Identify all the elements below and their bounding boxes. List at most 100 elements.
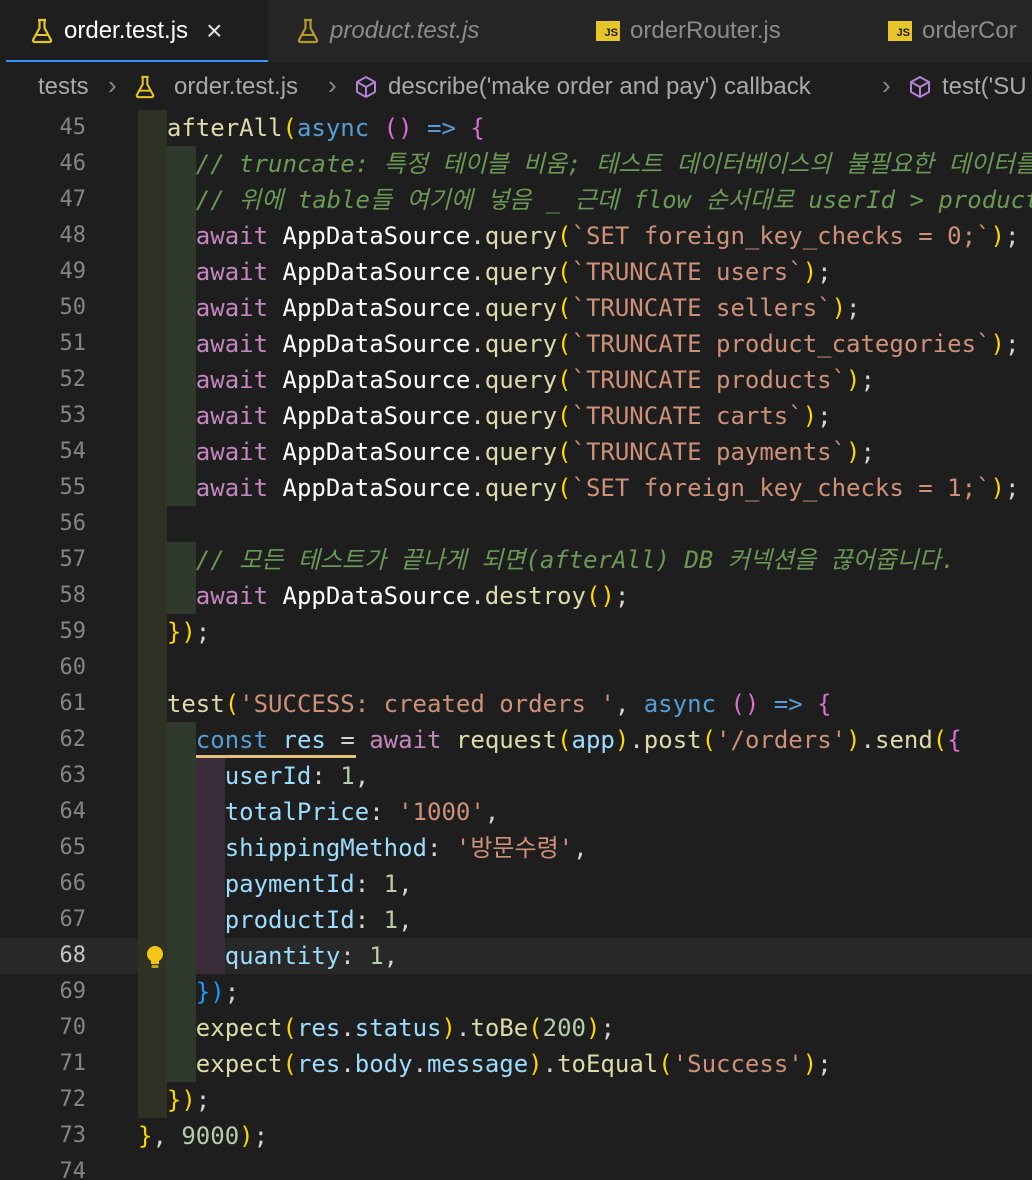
line-number: 50 [59, 295, 87, 320]
indent-guide [138, 758, 167, 794]
code-text: productId: 1, [224, 906, 413, 934]
code-text: await AppDataSource.query(`TRUNCATE user… [195, 258, 832, 286]
code-line[interactable]: 66 paymentId: 1, [0, 866, 1032, 902]
code-line[interactable]: 50 await AppDataSource.query(`TRUNCATE se… [0, 290, 1032, 326]
tab-order-controller[interactable]: JS orderCor [866, 0, 1032, 62]
line-number: 63 [59, 763, 87, 788]
code-text: await AppDataSource.destroy(); [195, 582, 630, 610]
code-line[interactable]: 70 expect(res.status).toBe(200); [0, 1010, 1032, 1046]
line-number: 68 [59, 943, 87, 968]
code-text: paymentId: 1, [224, 870, 413, 898]
indent-guide [166, 938, 196, 974]
code-line[interactable]: 57 // 모든 테스트가 끝나게 되면(afterAll) DB 커넥션을 끊어… [0, 542, 1032, 578]
code-text: // 모든 테스트가 끝나게 되면(afterAll) DB 커넥션을 끊어줍니… [195, 546, 956, 574]
indent-guide [138, 110, 167, 146]
code-text: await AppDataSource.query(`SET foreign_k… [195, 222, 1020, 250]
indent-guide [138, 542, 167, 578]
code-line[interactable]: 59}); [0, 614, 1032, 650]
code-line[interactable]: 65 shippingMethod: '방문수령', [0, 830, 1032, 866]
code-line[interactable]: 60 [0, 650, 1032, 686]
code-line[interactable]: 61 test('SUCCESS: created orders ', async… [0, 686, 1032, 722]
code-line[interactable]: 56 [0, 506, 1032, 542]
indent-guide [166, 902, 196, 938]
line-number: 72 [59, 1087, 87, 1112]
code-line[interactable]: 52 await AppDataSource.query(`TRUNCATE pr… [0, 362, 1032, 398]
code-line[interactable]: 72}); [0, 1082, 1032, 1118]
breadcrumb-item-test[interactable]: test('SU [908, 73, 1027, 101]
indent-guide [166, 326, 196, 362]
code-line[interactable]: 74 [0, 1154, 1032, 1180]
indent-guide [138, 1046, 167, 1082]
indent-guide [166, 578, 196, 614]
code-text: userId: 1, [224, 762, 370, 790]
code-text: totalPrice: '1000', [224, 798, 500, 826]
breadcrumb-item-describe[interactable]: describe('make order and pay') callback [354, 73, 811, 101]
code-line[interactable]: 48 await AppDataSource.query(`SET foreign… [0, 218, 1032, 254]
code-text: // truncate: 특정 테이블 비움; 테스트 데이터베이스의 불필요한… [195, 150, 1032, 178]
code-line[interactable]: 47 // 위에 table들 여기에 넣음 _ 근데 flow 순서대로 use… [0, 182, 1032, 218]
code-line[interactable]: 63 userId: 1, [0, 758, 1032, 794]
code-line[interactable]: 64 totalPrice: '1000', [0, 794, 1032, 830]
indent-guide [166, 182, 196, 218]
code-line[interactable]: 71 expect(res.body.message).toEqual('Succ… [0, 1046, 1032, 1082]
indent-guide [166, 1010, 196, 1046]
code-text: }); [166, 618, 211, 646]
code-text: await AppDataSource.query(`TRUNCATE paym… [195, 438, 875, 466]
line-number: 47 [59, 187, 87, 212]
code-line[interactable]: 49 await AppDataSource.query(`TRUNCATE us… [0, 254, 1032, 290]
indent-guide [166, 470, 196, 506]
indent-guide [138, 830, 167, 866]
code-editor[interactable]: 45 afterAll(async () => {46 // truncate: 특… [0, 110, 1032, 1180]
indent-guide [138, 794, 167, 830]
code-line[interactable]: 55 await AppDataSource.query(`SET foreign… [0, 470, 1032, 506]
breadcrumb-item-tests[interactable]: tests [38, 73, 89, 101]
indent-guide [166, 398, 196, 434]
code-text: await AppDataSource.query(`TRUNCATE cart… [195, 402, 832, 430]
tab-order-router[interactable]: JS orderRouter.js [566, 0, 866, 62]
indent-guide [138, 146, 167, 182]
code-line[interactable]: 53 await AppDataSource.query(`TRUNCATE ca… [0, 398, 1032, 434]
code-line[interactable]: 62 const res = await request(app).post('/… [0, 722, 1032, 758]
indent-guide [166, 866, 196, 902]
breadcrumb-label: test('SU [942, 73, 1027, 100]
code-line[interactable]: 46 // truncate: 특정 테이블 비움; 테스트 데이터베이스의 불필… [0, 146, 1032, 182]
code-text: shippingMethod: '방문수령', [224, 834, 588, 862]
code-line[interactable]: 73}, 9000); [0, 1118, 1032, 1154]
code-line[interactable]: 51 await AppDataSource.query(`TRUNCATE pr… [0, 326, 1032, 362]
line-number: 49 [59, 259, 87, 284]
chevron-right-icon: › [882, 70, 891, 100]
indent-guide [138, 1010, 167, 1046]
indent-guide [138, 1082, 167, 1118]
indent-guide [138, 398, 167, 434]
line-number: 71 [59, 1051, 87, 1076]
editor-tab-bar: order.test.js × product.test.js JS order… [0, 0, 1032, 62]
indent-guide [166, 218, 196, 254]
lightbulb-icon[interactable] [144, 944, 166, 970]
indent-guide [138, 722, 167, 758]
line-number: 70 [59, 1015, 87, 1040]
line-number: 51 [59, 331, 87, 356]
breadcrumb-label: describe('make order and pay') callback [388, 73, 811, 100]
indent-guide [195, 794, 225, 830]
line-number: 60 [59, 655, 87, 680]
code-line[interactable]: 54 await AppDataSource.query(`TRUNCATE pa… [0, 434, 1032, 470]
code-line[interactable]: 68 quantity: 1, [0, 938, 1032, 974]
line-number: 73 [59, 1123, 87, 1148]
tab-product-test[interactable]: product.test.js [268, 0, 566, 62]
indent-guide [138, 506, 167, 542]
breadcrumb-label: order.test.js [174, 73, 299, 100]
indent-guide [166, 830, 196, 866]
code-line[interactable]: 69}); [0, 974, 1032, 1010]
breadcrumb-item-file[interactable]: order.test.js [134, 73, 298, 101]
close-icon[interactable]: × [206, 15, 222, 47]
code-line[interactable]: 45 afterAll(async () => { [0, 110, 1032, 146]
line-number: 67 [59, 907, 87, 932]
indent-guide [166, 146, 196, 182]
cube-icon [356, 76, 376, 98]
indent-guide [138, 650, 167, 686]
tab-order-test[interactable]: order.test.js × [0, 0, 268, 62]
indent-guide [138, 686, 167, 722]
indent-guide [166, 362, 196, 398]
code-line[interactable]: 58 await AppDataSource.destroy(); [0, 578, 1032, 614]
code-line[interactable]: 67 productId: 1, [0, 902, 1032, 938]
